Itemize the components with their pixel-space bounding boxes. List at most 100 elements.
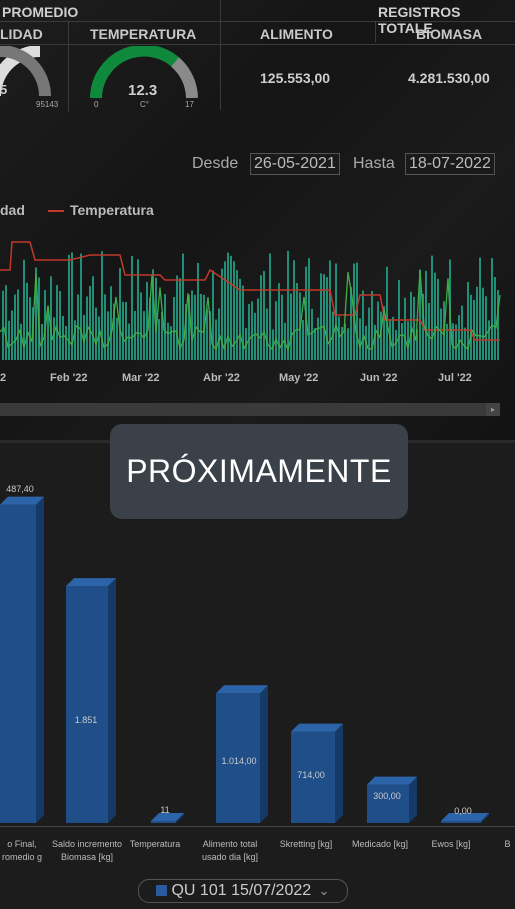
timeline-bar bbox=[425, 270, 427, 360]
timeline-bar bbox=[263, 271, 265, 360]
bar-category: Medicado [kg] bbox=[351, 839, 409, 849]
timeline-bar bbox=[404, 297, 406, 360]
timeline-bar bbox=[275, 301, 277, 360]
timeline-bar bbox=[53, 317, 55, 360]
chevron-down-icon: ⌄ bbox=[318, 883, 330, 898]
bar-mark-side bbox=[335, 723, 343, 823]
timeline-bar bbox=[104, 294, 106, 360]
col-biomass: BIOMASA bbox=[416, 26, 483, 42]
humidity-value: 5 bbox=[0, 82, 8, 97]
timeline-bar bbox=[107, 311, 109, 360]
bar-mark-side bbox=[409, 776, 417, 823]
timeline-bar bbox=[473, 299, 475, 360]
bar-mark-top bbox=[216, 685, 268, 694]
food-total: 125.553,00 bbox=[260, 70, 331, 86]
timeline-bar bbox=[128, 323, 130, 360]
scroll-right-icon[interactable]: ▸ bbox=[486, 403, 500, 416]
timeline-bar bbox=[302, 319, 304, 360]
timeline-bar bbox=[254, 312, 256, 360]
x-tick: Feb '22 bbox=[50, 372, 88, 384]
timeline-bar bbox=[269, 253, 271, 360]
legend-temperature-label: Temperatura bbox=[70, 202, 154, 218]
timeline-bar bbox=[368, 307, 370, 360]
timeline-bar bbox=[236, 270, 238, 360]
timeline-bar bbox=[110, 286, 112, 360]
timeline-bar bbox=[323, 274, 325, 360]
timeline-bar bbox=[257, 298, 259, 360]
biomass-total: 4.281.530,00 bbox=[408, 70, 490, 86]
timeline-bar bbox=[5, 285, 7, 360]
timeline-bar bbox=[293, 260, 295, 360]
timeline-bar bbox=[464, 327, 466, 360]
x-tick: 2 bbox=[0, 372, 7, 384]
timeline-bar bbox=[131, 255, 133, 360]
timeline-bar bbox=[470, 294, 472, 360]
timeline-bar bbox=[50, 276, 52, 360]
timeline-bar bbox=[248, 304, 250, 360]
timeline-bar bbox=[239, 278, 241, 360]
timeline-bar bbox=[56, 285, 58, 360]
timeline-bar bbox=[200, 293, 202, 360]
subheader-separator bbox=[0, 44, 515, 45]
date-to-input[interactable]: 18-07-2022 bbox=[405, 153, 495, 175]
temperature-value: 12.3 bbox=[128, 82, 158, 99]
timeline-bar bbox=[338, 316, 340, 360]
timeline-bar bbox=[47, 311, 49, 360]
column-divider bbox=[68, 22, 69, 112]
bar-category: B bbox=[504, 839, 511, 849]
timeline-bar bbox=[80, 253, 82, 360]
timeline-bar bbox=[359, 318, 361, 360]
date-from-label: Desde bbox=[192, 155, 239, 172]
timeline-bar bbox=[413, 296, 415, 360]
temperature-min: 0 bbox=[94, 100, 99, 109]
timeline-bar bbox=[341, 327, 343, 360]
timeline-scrollbar[interactable] bbox=[0, 403, 500, 416]
bar-data-label: 0,00 bbox=[454, 806, 472, 816]
timeline-bar bbox=[68, 254, 70, 360]
timeline-bar bbox=[173, 297, 175, 360]
selector-color-icon bbox=[156, 885, 168, 897]
bar-data-label: 1.014,00 bbox=[221, 756, 257, 766]
timeline-bar bbox=[437, 278, 439, 360]
x-tick: Jun '22 bbox=[360, 372, 398, 384]
timeline-bar bbox=[140, 292, 142, 360]
timeline-bar bbox=[314, 328, 316, 360]
timeline-bar bbox=[311, 308, 313, 360]
timeline-bar bbox=[458, 315, 460, 360]
column-divider bbox=[220, 0, 221, 110]
timeline-bar bbox=[251, 301, 253, 360]
timeline-bar bbox=[8, 320, 10, 360]
bar-data-label: 300,00 bbox=[373, 791, 401, 801]
timeline-bar bbox=[401, 323, 403, 360]
timeline-bar bbox=[308, 258, 310, 360]
timeline-bar bbox=[392, 316, 394, 360]
timeline-bar bbox=[290, 293, 292, 360]
timeline-bar bbox=[395, 329, 397, 360]
date-from-input[interactable]: 26-05-2021 bbox=[250, 153, 340, 175]
col-humidity: LIDAD bbox=[0, 26, 43, 42]
timeline-bar bbox=[116, 317, 118, 360]
bar-mark bbox=[441, 821, 481, 823]
timeline-bar bbox=[176, 275, 178, 360]
legend-temperature: Temperatura bbox=[48, 202, 154, 218]
cage-date-selector[interactable]: QU 101 15/07/2022 ⌄ bbox=[138, 879, 348, 903]
timeline-bar bbox=[11, 310, 13, 360]
timeline-bar bbox=[167, 322, 169, 360]
timeline-bar bbox=[479, 257, 481, 360]
timeline-bar bbox=[494, 277, 496, 360]
bar-data-label: 714,00 bbox=[297, 770, 325, 780]
timeline-bar bbox=[362, 290, 364, 360]
bar-mark bbox=[66, 586, 108, 823]
timeline-bar bbox=[2, 290, 4, 360]
bar-mark bbox=[151, 821, 176, 823]
timeline-bar bbox=[218, 308, 220, 360]
timeline-bar bbox=[281, 294, 283, 360]
timeline-bar bbox=[65, 325, 67, 360]
timeline-bar bbox=[434, 272, 436, 360]
timeline-bar bbox=[158, 319, 160, 360]
timeline-bar bbox=[260, 275, 262, 360]
timeline-chart bbox=[0, 241, 501, 360]
timeline-bar bbox=[317, 317, 319, 360]
timeline-bar bbox=[92, 276, 94, 360]
x-tick: Abr '22 bbox=[203, 372, 240, 384]
